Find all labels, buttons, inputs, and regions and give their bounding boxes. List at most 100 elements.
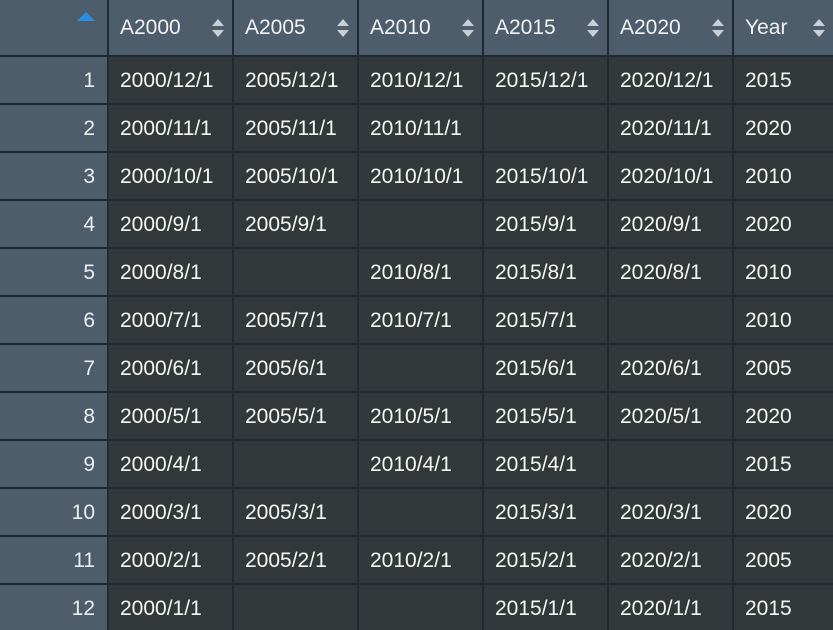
cell-a2020[interactable]: 2020/2/1	[608, 536, 734, 585]
cell-a2020[interactable]: 2020/10/1	[608, 152, 734, 201]
row-number-cell[interactable]: 1	[0, 56, 109, 105]
cell-a2000[interactable]: 2000/10/1	[108, 152, 234, 201]
cell-year[interactable]: 2020	[733, 200, 833, 249]
cell-year[interactable]: 2020	[733, 488, 833, 537]
sort-updown-icon[interactable]	[813, 18, 825, 38]
cell-a2005[interactable]: 2005/5/1	[233, 392, 359, 441]
cell-a2015[interactable]: 2015/4/1	[483, 440, 609, 489]
row-number-cell[interactable]: 8	[0, 392, 109, 441]
cell-a2020[interactable]: 2020/11/1	[608, 104, 734, 153]
table-row[interactable]: 12 2000/1/1 2015/1/1 2020/1/1 2015	[0, 584, 833, 630]
cell-year[interactable]: 2020	[733, 392, 833, 441]
cell-year[interactable]: 2010	[733, 152, 833, 201]
cell-year[interactable]: 2015	[733, 56, 833, 105]
cell-a2015[interactable]: 2015/7/1	[483, 296, 609, 345]
column-header-a2005[interactable]: A2005	[233, 0, 359, 57]
cell-year[interactable]: 2005	[733, 344, 833, 393]
row-number-cell[interactable]: 5	[0, 248, 109, 297]
cell-a2010[interactable]: 2010/7/1	[358, 296, 484, 345]
cell-a2000[interactable]: 2000/9/1	[108, 200, 234, 249]
cell-a2020[interactable]: 2020/1/1	[608, 584, 734, 630]
cell-a2015[interactable]: 2015/8/1	[483, 248, 609, 297]
cell-a2015[interactable]: 2015/2/1	[483, 536, 609, 585]
row-number-cell[interactable]: 12	[0, 584, 109, 630]
cell-a2010[interactable]: 2010/5/1	[358, 392, 484, 441]
cell-a2010[interactable]: 2010/8/1	[358, 248, 484, 297]
cell-a2005[interactable]: 2005/6/1	[233, 344, 359, 393]
cell-a2015[interactable]: 2015/3/1	[483, 488, 609, 537]
cell-a2000[interactable]: 2000/11/1	[108, 104, 234, 153]
cell-a2010[interactable]: 2010/2/1	[358, 536, 484, 585]
table-row[interactable]: 5 2000/8/1 2010/8/1 2015/8/1 2020/8/1 2010	[0, 248, 833, 297]
sort-updown-icon[interactable]	[337, 18, 349, 38]
row-number-cell[interactable]: 7	[0, 344, 109, 393]
cell-a2015[interactable]: 2015/6/1	[483, 344, 609, 393]
column-header-a2010[interactable]: A2010	[358, 0, 484, 57]
cell-a2010[interactable]	[358, 200, 484, 249]
cell-year[interactable]: 2010	[733, 296, 833, 345]
cell-a2010[interactable]: 2010/4/1	[358, 440, 484, 489]
row-number-cell[interactable]: 9	[0, 440, 109, 489]
table-row[interactable]: 3 2000/10/1 2005/10/1 2010/10/1 2015/10/1 202…	[0, 152, 833, 201]
cell-a2020[interactable]	[608, 440, 734, 489]
cell-year[interactable]: 2005	[733, 536, 833, 585]
sort-updown-icon[interactable]	[587, 18, 599, 38]
cell-a2000[interactable]: 2000/1/1	[108, 584, 234, 630]
cell-a2005[interactable]: 2005/7/1	[233, 296, 359, 345]
cell-a2010[interactable]	[358, 584, 484, 630]
cell-a2010[interactable]	[358, 488, 484, 537]
cell-a2010[interactable]	[358, 344, 484, 393]
cell-a2010[interactable]: 2010/10/1	[358, 152, 484, 201]
cell-a2000[interactable]: 2000/4/1	[108, 440, 234, 489]
column-header-year[interactable]: Year	[733, 0, 833, 57]
sort-updown-icon[interactable]	[462, 18, 474, 38]
cell-a2010[interactable]: 2010/11/1	[358, 104, 484, 153]
table-row[interactable]: 7 2000/6/1 2005/6/1 2015/6/1 2020/6/1 2005	[0, 344, 833, 393]
cell-a2005[interactable]: 2005/10/1	[233, 152, 359, 201]
cell-a2005[interactable]: 2005/9/1	[233, 200, 359, 249]
cell-a2000[interactable]: 2000/5/1	[108, 392, 234, 441]
cell-a2015[interactable]: 2015/9/1	[483, 200, 609, 249]
cell-a2005[interactable]	[233, 248, 359, 297]
row-number-cell[interactable]: 6	[0, 296, 109, 345]
sort-updown-icon[interactable]	[712, 18, 724, 38]
cell-a2010[interactable]: 2010/12/1	[358, 56, 484, 105]
cell-a2005[interactable]	[233, 440, 359, 489]
cell-a2000[interactable]: 2000/2/1	[108, 536, 234, 585]
table-row[interactable]: 11 2000/2/1 2005/2/1 2010/2/1 2015/2/1 2020/2…	[0, 536, 833, 585]
table-row[interactable]: 2 2000/11/1 2005/11/1 2010/11/1 2020/11/1 202…	[0, 104, 833, 153]
cell-a2005[interactable]: 2005/2/1	[233, 536, 359, 585]
cell-a2005[interactable]: 2005/12/1	[233, 56, 359, 105]
cell-a2015[interactable]: 2015/1/1	[483, 584, 609, 630]
cell-year[interactable]: 2015	[733, 440, 833, 489]
row-number-cell[interactable]: 10	[0, 488, 109, 537]
cell-a2000[interactable]: 2000/12/1	[108, 56, 234, 105]
cell-a2020[interactable]: 2020/6/1	[608, 344, 734, 393]
table-row[interactable]: 8 2000/5/1 2005/5/1 2010/5/1 2015/5/1 2020/5/…	[0, 392, 833, 441]
cell-a2020[interactable]: 2020/8/1	[608, 248, 734, 297]
row-number-cell[interactable]: 11	[0, 536, 109, 585]
cell-a2020[interactable]: 2020/5/1	[608, 392, 734, 441]
table-row[interactable]: 6 2000/7/1 2005/7/1 2010/7/1 2015/7/1 2010	[0, 296, 833, 345]
cell-a2000[interactable]: 2000/6/1	[108, 344, 234, 393]
column-header-a2000[interactable]: A2000	[108, 0, 234, 57]
column-header-a2020[interactable]: A2020	[608, 0, 734, 57]
cell-a2005[interactable]	[233, 584, 359, 630]
header-corner-cell[interactable]	[0, 0, 109, 57]
cell-a2020[interactable]: 2020/9/1	[608, 200, 734, 249]
cell-a2020[interactable]	[608, 296, 734, 345]
row-number-cell[interactable]: 2	[0, 104, 109, 153]
cell-a2005[interactable]: 2005/11/1	[233, 104, 359, 153]
table-row[interactable]: 9 2000/4/1 2010/4/1 2015/4/1 2015	[0, 440, 833, 489]
cell-a2005[interactable]: 2005/3/1	[233, 488, 359, 537]
cell-a2000[interactable]: 2000/3/1	[108, 488, 234, 537]
cell-year[interactable]: 2010	[733, 248, 833, 297]
cell-a2020[interactable]: 2020/12/1	[608, 56, 734, 105]
column-header-a2015[interactable]: A2015	[483, 0, 609, 57]
cell-a2015[interactable]: 2015/10/1	[483, 152, 609, 201]
sort-updown-icon[interactable]	[212, 18, 224, 38]
cell-a2015[interactable]: 2015/5/1	[483, 392, 609, 441]
cell-a2015[interactable]	[483, 104, 609, 153]
cell-a2000[interactable]: 2000/8/1	[108, 248, 234, 297]
cell-a2015[interactable]: 2015/12/1	[483, 56, 609, 105]
